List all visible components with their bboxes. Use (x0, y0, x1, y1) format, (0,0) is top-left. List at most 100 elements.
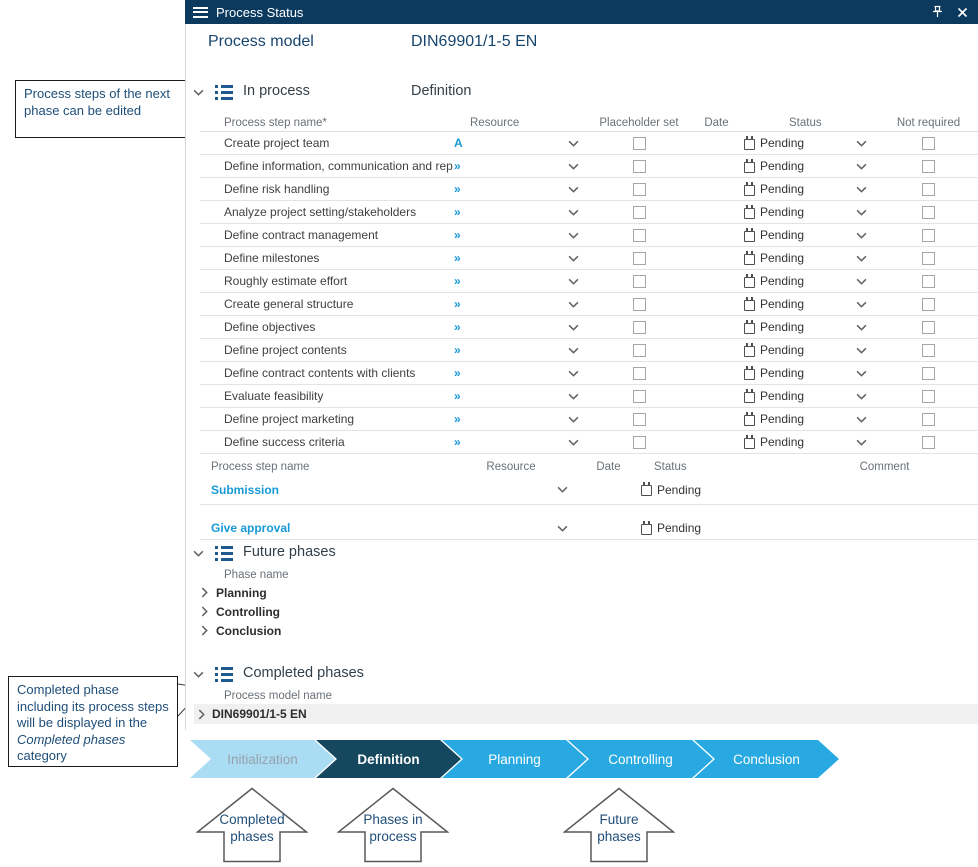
status-value[interactable]: Pending (760, 159, 804, 173)
placeholder-checkbox[interactable] (633, 367, 646, 380)
chevron-down-icon[interactable] (856, 439, 867, 446)
placeholder-checkbox[interactable] (633, 321, 646, 334)
not-required-checkbox[interactable] (922, 137, 935, 150)
section-in-process-header[interactable]: In process Definition (186, 82, 978, 106)
pin-icon[interactable] (931, 5, 944, 19)
chevron-down-icon[interactable] (856, 301, 867, 308)
list-item[interactable]: Controlling (186, 602, 978, 621)
placeholder-checkbox[interactable] (633, 137, 646, 150)
not-required-checkbox[interactable] (922, 183, 935, 196)
chevron-down-icon[interactable] (568, 347, 579, 354)
status-value[interactable]: Pending (657, 521, 701, 535)
chevron-down-icon[interactable] (568, 209, 579, 216)
placeholder-checkbox[interactable] (633, 390, 646, 403)
status-value[interactable]: Pending (760, 297, 804, 311)
chevron-down-icon[interactable] (856, 255, 867, 262)
status-value[interactable]: Pending (760, 320, 804, 334)
status-value[interactable]: Pending (657, 483, 701, 497)
chevron-down-icon[interactable] (568, 140, 579, 147)
section-completed-phases-header[interactable]: Completed phases (186, 664, 978, 688)
placeholder-checkbox[interactable] (633, 206, 646, 219)
not-required-checkbox[interactable] (922, 367, 935, 380)
not-required-checkbox[interactable] (922, 436, 935, 449)
status-value[interactable]: Pending (760, 435, 804, 449)
chevron-down-icon[interactable] (856, 232, 867, 239)
chevron-down-icon[interactable] (568, 393, 579, 400)
placeholder-checkbox[interactable] (633, 183, 646, 196)
placeholder-checkbox[interactable] (633, 160, 646, 173)
chevron-down-icon[interactable] (193, 671, 204, 678)
placeholder-checkbox[interactable] (633, 413, 646, 426)
chevron-down-icon[interactable] (568, 324, 579, 331)
chevron-down-icon[interactable] (856, 416, 867, 423)
menu-icon[interactable] (193, 7, 208, 18)
resource-link[interactable]: » (454, 389, 461, 403)
not-required-checkbox[interactable] (922, 206, 935, 219)
not-required-checkbox[interactable] (922, 390, 935, 403)
status-value[interactable]: Pending (760, 182, 804, 196)
chevron-down-icon[interactable] (557, 525, 568, 532)
resource-link[interactable]: » (454, 320, 461, 334)
section-future-phases-header[interactable]: Future phases (186, 543, 978, 567)
chevron-down-icon[interactable] (856, 163, 867, 170)
status-value[interactable]: Pending (760, 228, 804, 242)
placeholder-checkbox[interactable] (633, 344, 646, 357)
chevron-down-icon[interactable] (856, 324, 867, 331)
chevron-down-icon[interactable] (568, 301, 579, 308)
not-required-checkbox[interactable] (922, 298, 935, 311)
placeholder-checkbox[interactable] (633, 275, 646, 288)
not-required-checkbox[interactable] (922, 160, 935, 173)
status-value[interactable]: Pending (760, 389, 804, 403)
chevron-down-icon[interactable] (557, 486, 568, 493)
placeholder-checkbox[interactable] (633, 436, 646, 449)
close-icon[interactable] (957, 7, 968, 18)
not-required-checkbox[interactable] (922, 321, 935, 334)
status-value[interactable]: Pending (760, 251, 804, 265)
chevron-down-icon[interactable] (568, 416, 579, 423)
list-item[interactable]: DIN69901/1-5 EN (194, 704, 978, 724)
status-value[interactable]: Pending (760, 366, 804, 380)
chevron-down-icon[interactable] (568, 278, 579, 285)
chevron-down-icon[interactable] (856, 347, 867, 354)
chevron-down-icon[interactable] (856, 186, 867, 193)
chevron-right-icon[interactable] (201, 606, 208, 617)
chevron-down-icon[interactable] (856, 393, 867, 400)
list-item[interactable]: Planning (186, 583, 978, 602)
submission-link[interactable]: Submission (211, 483, 446, 497)
not-required-checkbox[interactable] (922, 252, 935, 265)
chevron-down-icon[interactable] (568, 232, 579, 239)
chevron-down-icon[interactable] (856, 209, 867, 216)
placeholder-checkbox[interactable] (633, 229, 646, 242)
resource-link[interactable]: » (454, 251, 461, 265)
status-value[interactable]: Pending (760, 136, 804, 150)
status-value[interactable]: Pending (760, 343, 804, 357)
resource-link[interactable]: » (454, 343, 461, 357)
resource-link[interactable]: » (454, 228, 461, 242)
placeholder-checkbox[interactable] (633, 298, 646, 311)
resource-link[interactable]: » (454, 412, 461, 426)
chevron-down-icon[interactable] (856, 370, 867, 377)
resource-link[interactable]: » (454, 366, 461, 380)
placeholder-checkbox[interactable] (633, 252, 646, 265)
list-item[interactable]: Conclusion (186, 621, 978, 640)
chevron-down-icon[interactable] (856, 278, 867, 285)
resource-link[interactable]: » (454, 274, 461, 288)
chevron-down-icon[interactable] (568, 163, 579, 170)
not-required-checkbox[interactable] (922, 229, 935, 242)
chevron-down-icon[interactable] (568, 186, 579, 193)
not-required-checkbox[interactable] (922, 413, 935, 426)
resource-link[interactable]: » (454, 159, 461, 173)
chevron-down-icon[interactable] (568, 255, 579, 262)
status-value[interactable]: Pending (760, 205, 804, 219)
resource-link[interactable]: » (454, 435, 461, 449)
resource-link[interactable]: » (454, 297, 461, 311)
chevron-right-icon[interactable] (201, 625, 208, 636)
resource-link[interactable]: A (454, 136, 463, 150)
status-value[interactable]: Pending (760, 412, 804, 426)
give-approval-link[interactable]: Give approval (211, 521, 446, 535)
chevron-down-icon[interactable] (568, 370, 579, 377)
chevron-down-icon[interactable] (856, 140, 867, 147)
resource-link[interactable]: » (454, 205, 461, 219)
not-required-checkbox[interactable] (922, 275, 935, 288)
not-required-checkbox[interactable] (922, 344, 935, 357)
